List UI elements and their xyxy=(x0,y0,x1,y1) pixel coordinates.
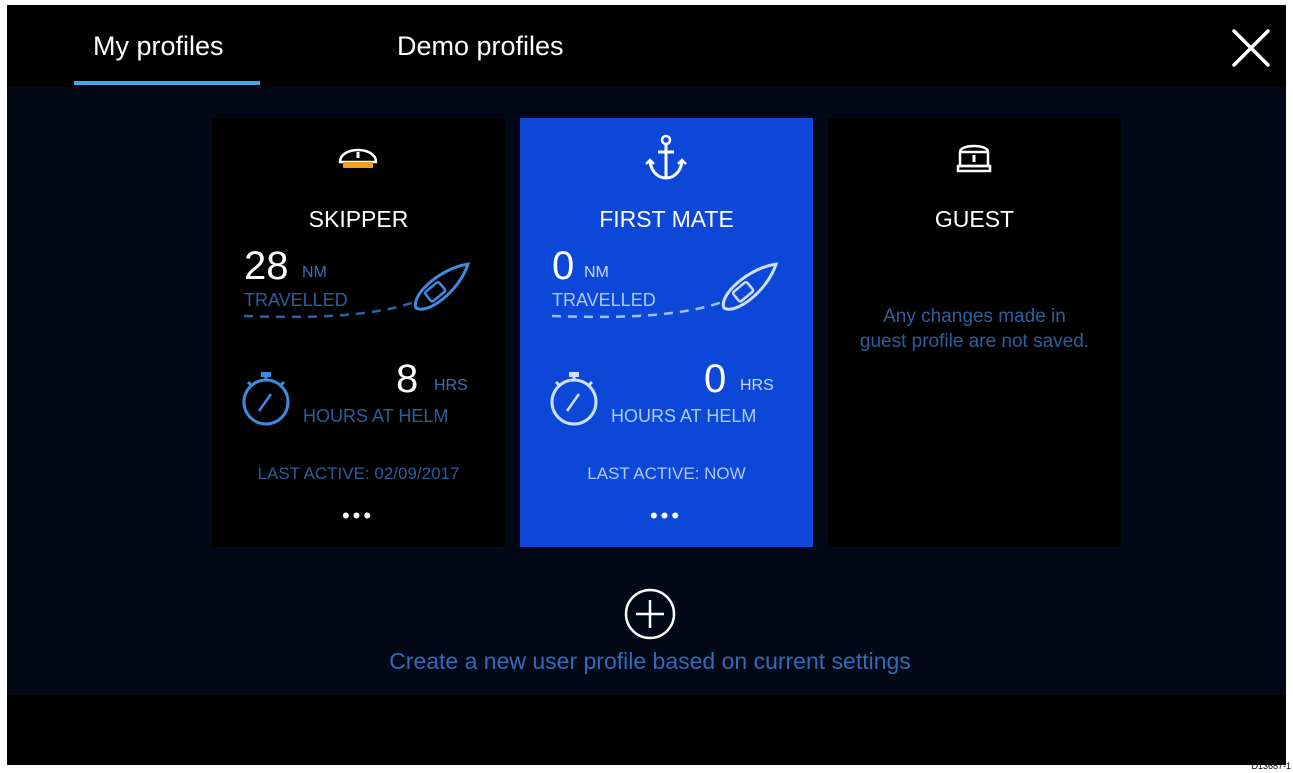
distance-label: TRAVELLED xyxy=(244,290,348,310)
profile-card-skipper[interactable]: SKIPPER 28 NM TRAVELLED 8 HRS HOURS AT H… xyxy=(212,118,505,547)
tab-demo-profiles[interactable]: Demo profiles xyxy=(397,31,564,62)
profile-card-first-mate[interactable]: FIRST MATE 0 NM TRAVELLED 0 HRS HOURS AT… xyxy=(520,118,813,547)
hours-value: 0 xyxy=(704,357,727,401)
profile-name: SKIPPER xyxy=(308,206,409,232)
boat-icon xyxy=(551,262,779,319)
profile-card-guest[interactable]: GUEST Any changes made in guest profile … xyxy=(828,118,1121,547)
tab-my-profiles[interactable]: My profiles xyxy=(93,31,224,62)
reference-code: D13687-1 xyxy=(1251,761,1291,771)
guest-note: Any changes made in guest profile are no… xyxy=(859,306,1090,352)
distance-value: 28 xyxy=(244,244,289,288)
last-active: LAST ACTIVE: NOW xyxy=(587,464,746,483)
profile-name: FIRST MATE xyxy=(599,206,734,232)
stopwatch-icon xyxy=(550,372,598,426)
close-icon[interactable] xyxy=(1228,25,1274,71)
distance-label: TRAVELLED xyxy=(552,290,656,310)
hours-value: 8 xyxy=(396,357,419,401)
profile-name: GUEST xyxy=(934,206,1015,232)
stopwatch-icon xyxy=(242,372,290,426)
add-circle-icon[interactable] xyxy=(623,587,677,641)
last-active: LAST ACTIVE: 02/09/2017 xyxy=(257,464,460,483)
distance-unit: NM xyxy=(584,264,609,281)
distance-unit: NM xyxy=(302,264,327,281)
top-bar: My profiles Demo profiles xyxy=(7,5,1286,87)
captain-hat-icon xyxy=(338,148,378,168)
hours-unit: HRS xyxy=(740,377,774,394)
active-tab-indicator xyxy=(74,81,260,85)
hours-label: HOURS AT HELM xyxy=(303,406,449,426)
more-options-button[interactable]: ••• xyxy=(332,505,384,528)
guest-hat-icon xyxy=(956,144,992,173)
profiles-content: SKIPPER 28 NM TRAVELLED 8 HRS HOURS AT H… xyxy=(7,87,1286,695)
distance-value: 0 xyxy=(552,244,575,288)
hours-unit: HRS xyxy=(434,377,468,394)
more-options-button[interactable]: ••• xyxy=(640,505,692,528)
profiles-screen: My profiles Demo profiles SKIPPER 28 NM … xyxy=(7,5,1286,765)
hours-label: HOURS AT HELM xyxy=(611,406,757,426)
anchor-icon xyxy=(645,134,687,180)
create-profile-label[interactable]: Create a new user profile based on curre… xyxy=(7,648,1286,675)
